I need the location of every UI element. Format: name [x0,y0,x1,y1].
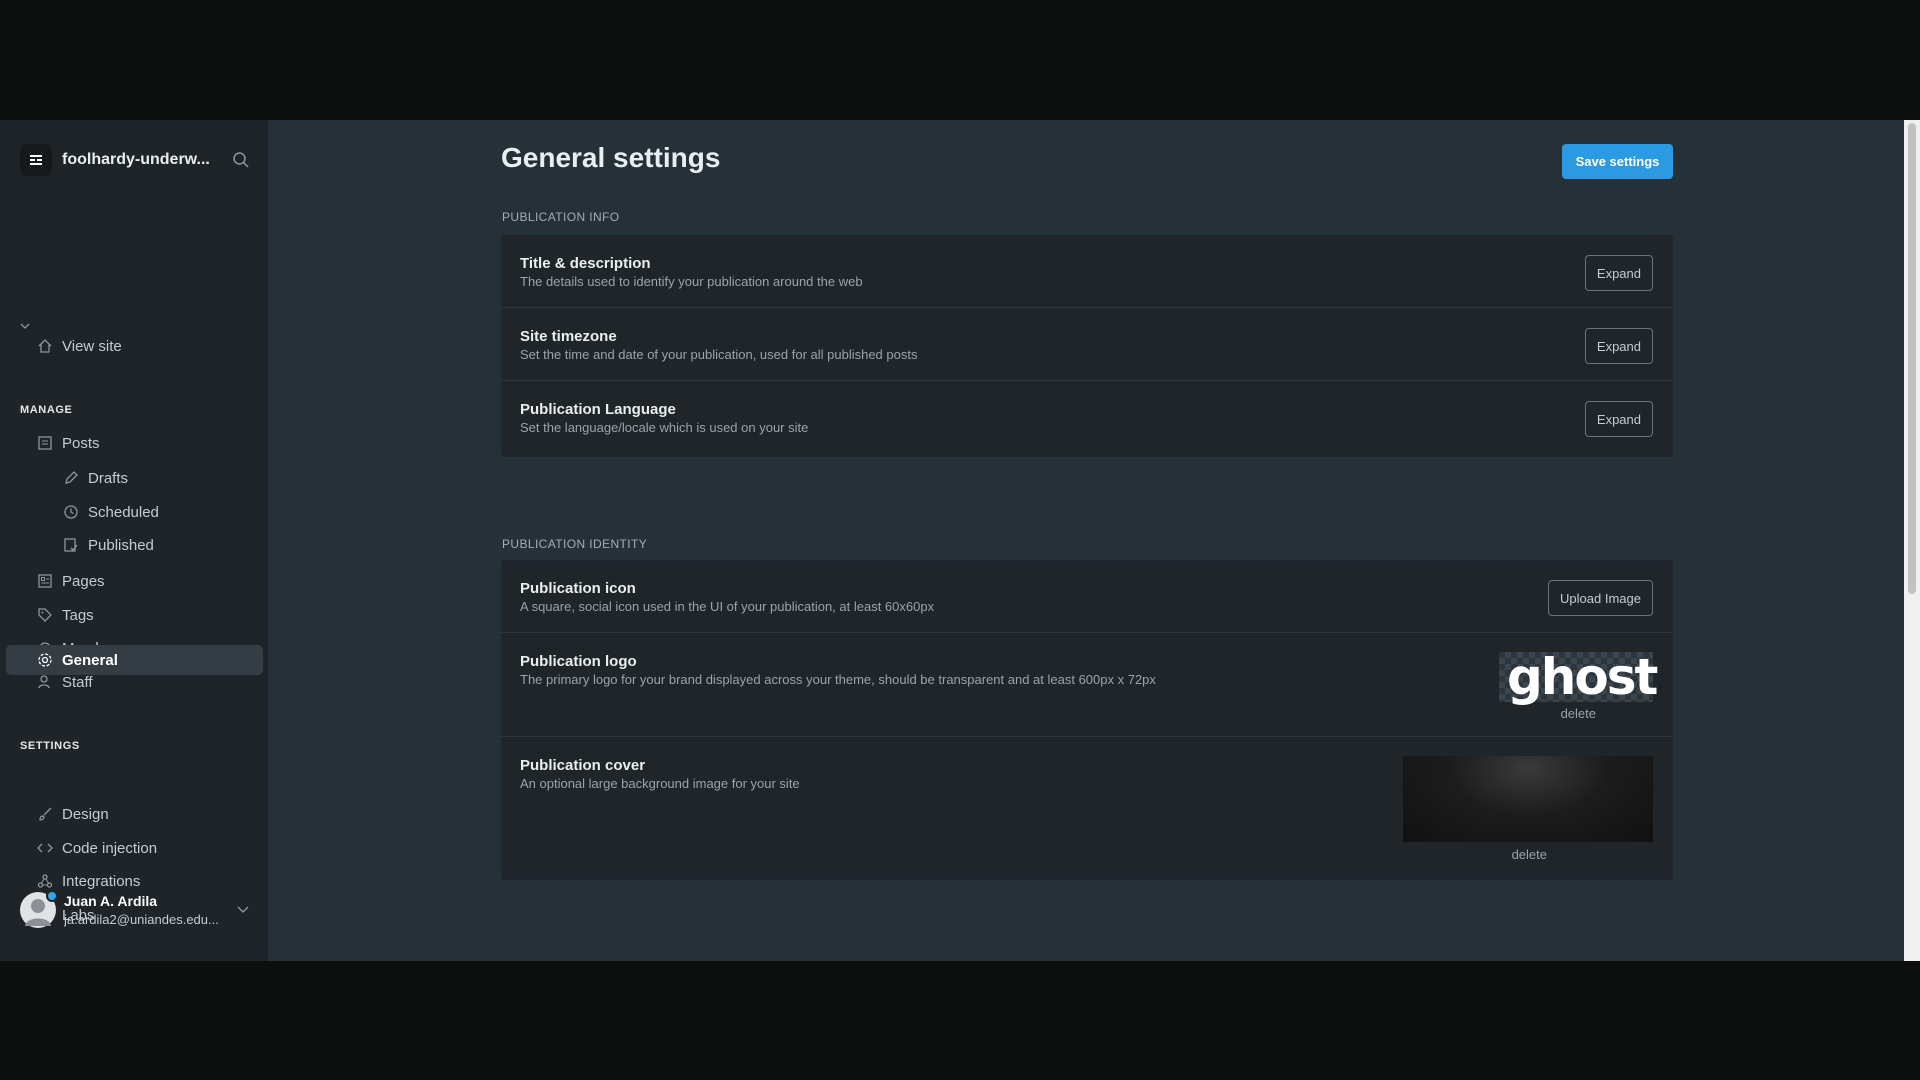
expand-button[interactable]: Expand [1584,328,1653,364]
delete-cover-link[interactable]: delete [1512,847,1547,862]
logo-text: ghost [1507,648,1658,706]
brush-icon [36,805,54,823]
ghost-admin-app: foolhardy-underw... View site MANAGE Pos… [0,120,1920,961]
sidebar-item-label: Posts [62,434,100,452]
scrollbar-thumb[interactable] [1908,123,1916,594]
sidebar-item-pages[interactable]: Pages [36,566,105,596]
sidebar-item-drafts[interactable]: Drafts [62,463,128,493]
sidebar-item-label: Integrations [62,872,141,890]
settings-row-publication-logo: Publication logo The primary logo for yo… [501,633,1673,737]
user-name: Juan A. Ardila [64,893,158,909]
row-description: An optional large background image for y… [520,776,800,791]
posts-icon [36,434,54,452]
delete-logo-link[interactable]: delete [1561,706,1596,721]
row-title: Title & description [520,255,651,272]
sidebar-item-general[interactable]: General [36,645,118,675]
sidebar-item-code-injection[interactable]: Code injection [36,833,157,863]
row-description: The details used to identify your public… [520,274,863,289]
settings-row-publication-icon: Publication icon A square, social icon u… [501,560,1673,633]
notification-dot [46,890,58,902]
publication-info-label: PUBLICATION INFO [502,210,620,224]
row-title: Publication Language [520,401,676,418]
user-email: ja.ardila2@uniandes.edu... [64,912,219,927]
settings-row-site-timezone: Site timezone Set the time and date of y… [501,308,1673,381]
pencil-icon [62,469,80,487]
sidebar-item-published[interactable]: Published [62,530,154,560]
row-description: Set the time and date of your publicatio… [520,347,918,362]
sidebar-item-posts[interactable]: Posts [36,428,100,458]
published-icon [62,536,80,554]
avatar [20,890,58,928]
sidebar-item-label: Staff [62,673,93,691]
publication-info-panel: Title & description The details used to … [501,235,1673,457]
staff-icon [36,673,54,691]
settings-row-publication-cover: Publication cover An optional large back… [501,737,1673,880]
row-title: Publication icon [520,580,636,597]
sidebar-item-label: Code injection [62,839,158,857]
expand-button[interactable]: Expand [1584,401,1653,437]
sidebar-item-label: Published [88,536,154,554]
publication-identity-panel: Publication icon A square, social icon u… [501,560,1673,880]
expand-button[interactable]: Expand [1584,255,1653,291]
sidebar-item-label: Design [62,805,109,823]
settings-section-label: SETTINGS [20,740,80,752]
chevron-down-icon[interactable] [19,319,31,337]
publication-logo-image[interactable]: ghost [1499,648,1658,706]
sidebar-item-label: Pages [62,572,105,590]
sidebar-item-view-site[interactable]: View site [36,331,122,361]
sidebar-item-scheduled[interactable]: Scheduled [62,497,159,527]
row-title: Site timezone [520,328,617,345]
site-logo-icon[interactable] [20,144,52,176]
publication-identity-label: PUBLICATION IDENTITY [502,537,648,551]
publication-cover-image[interactable] [1403,756,1653,842]
upload-image-button[interactable]: Upload Image [1548,580,1653,616]
search-icon[interactable] [232,151,250,174]
row-title: Publication logo [520,653,637,670]
site-title[interactable]: foolhardy-underw... [62,151,214,169]
scrollbar[interactable] [1904,120,1920,961]
sidebar-item-label: Tags [62,606,94,624]
sidebar-header: foolhardy-underw... [20,143,250,177]
settings-row-publication-language: Publication Language Set the language/lo… [501,381,1673,455]
home-icon [36,337,54,355]
tag-icon [36,606,54,624]
sidebar-item-label: Drafts [88,469,129,487]
gear-icon [36,651,54,669]
sidebar-item-tags[interactable]: Tags [36,600,94,630]
settings-row-title-description: Title & description The details used to … [501,235,1673,308]
pages-icon [36,572,54,590]
user-menu[interactable]: Juan A. Ardila ja.ardila2@uniandes.edu..… [20,888,250,932]
sidebar: foolhardy-underw... View site MANAGE Pos… [0,120,268,961]
row-title: Publication cover [520,757,646,774]
sidebar-item-label: General [62,651,118,669]
row-description: The primary logo for your brand displaye… [520,672,1156,687]
row-description: Set the language/locale which is used on… [520,420,809,435]
code-icon [36,839,54,857]
main-content: General settings Save settings PUBLICATI… [268,120,1920,961]
row-description: A square, social icon used in the UI of … [520,599,935,614]
clock-icon [62,503,80,521]
chevron-down-icon[interactable] [236,902,250,921]
sidebar-item-design[interactable]: Design [36,799,109,829]
sidebar-item-label: Scheduled [88,503,159,521]
page-title: General settings [501,142,721,173]
manage-section-label: MANAGE [20,404,73,416]
sidebar-item-label: View site [62,337,122,355]
save-settings-button[interactable]: Save settings [1562,144,1673,179]
